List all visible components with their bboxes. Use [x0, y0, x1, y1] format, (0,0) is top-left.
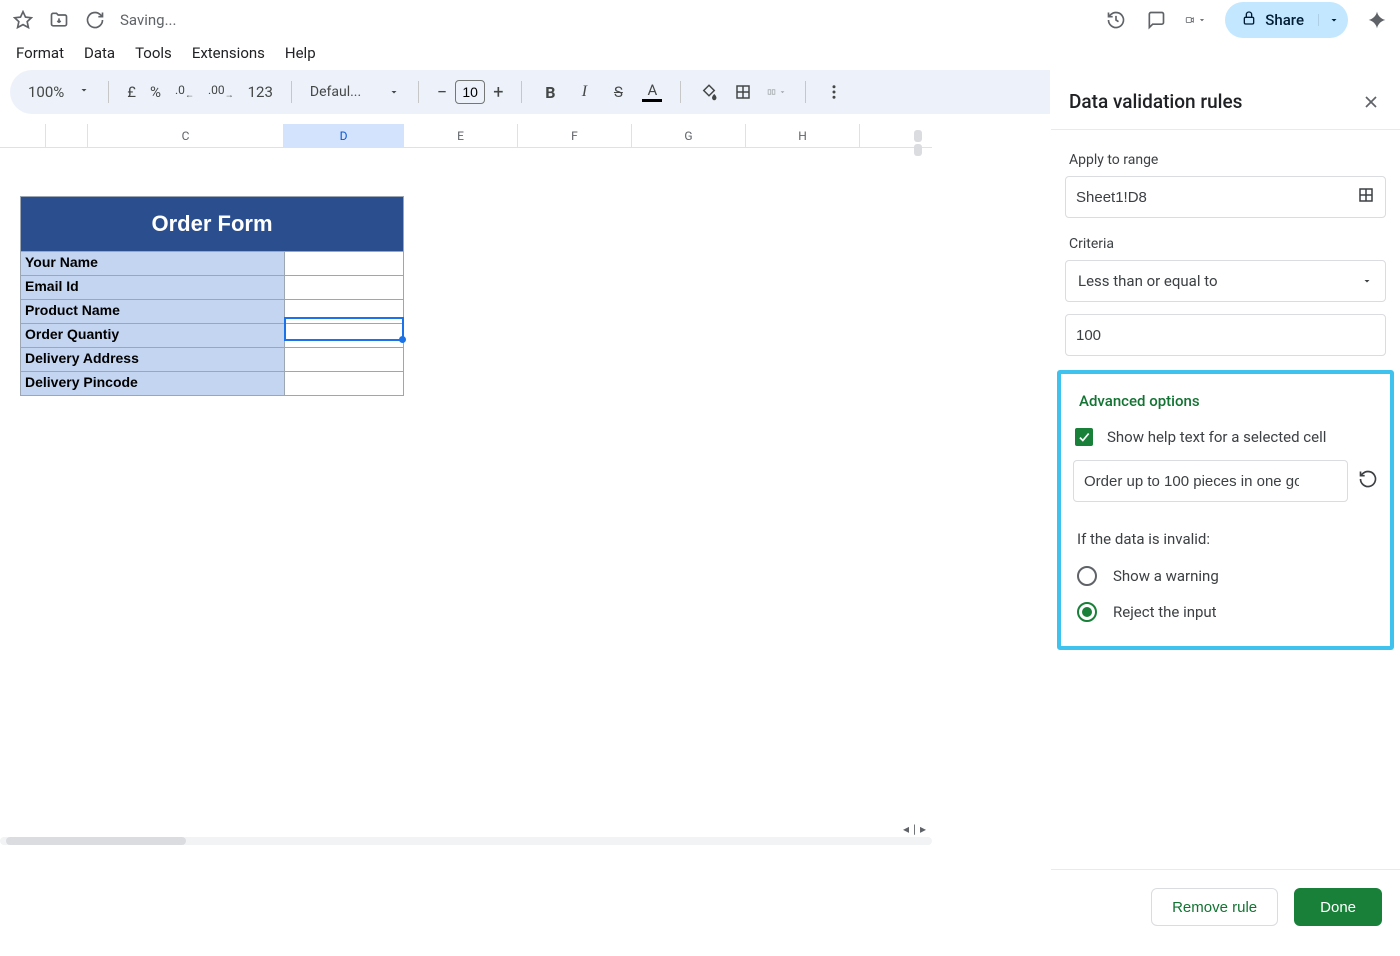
order-form-label: Product Name [21, 300, 285, 323]
help-text-field[interactable] [1073, 460, 1348, 502]
remove-rule-button[interactable]: Remove rule [1151, 888, 1278, 926]
reset-icon[interactable] [1358, 469, 1378, 493]
reject-input-radio[interactable] [1077, 602, 1097, 622]
currency-format[interactable]: £ [127, 83, 136, 101]
increase-font-size[interactable]: + [493, 82, 503, 103]
apply-range-field[interactable] [1065, 176, 1386, 218]
column-header[interactable]: D [284, 124, 404, 147]
borders-button[interactable] [733, 82, 753, 102]
invalid-data-label: If the data is invalid: [1069, 502, 1382, 558]
column-header[interactable]: E [404, 124, 518, 147]
increase-decimal[interactable]: .00→ [208, 83, 234, 100]
order-form-value-cell[interactable] [285, 372, 403, 395]
order-form-label: Delivery Address [21, 348, 285, 371]
show-help-text-checkbox[interactable] [1075, 428, 1093, 446]
order-form-label: Email Id [21, 276, 285, 299]
menu-format[interactable]: Format [16, 44, 64, 62]
zoom-select[interactable]: 100% [28, 83, 64, 101]
advanced-options-title[interactable]: Advanced options [1069, 386, 1382, 422]
apply-range-label: Apply to range [1051, 134, 1400, 176]
comment-icon[interactable] [1145, 9, 1167, 31]
column-header[interactable] [46, 124, 88, 147]
gemini-icon[interactable] [1366, 9, 1388, 31]
text-color-button[interactable]: A [642, 82, 662, 102]
font-size-input[interactable] [455, 80, 485, 104]
lock-icon [1241, 10, 1257, 30]
order-form-row: Product Name [21, 300, 403, 324]
column-header[interactable]: C [88, 124, 284, 147]
more-icon[interactable] [824, 82, 844, 102]
column-header[interactable]: G [632, 124, 746, 147]
done-button[interactable]: Done [1294, 888, 1382, 926]
sidebar-title: Data validation rules [1069, 90, 1242, 113]
percent-format[interactable]: % [150, 83, 161, 101]
share-button[interactable]: Share [1225, 2, 1348, 38]
decrease-font-size[interactable]: − [437, 82, 447, 103]
bold-button[interactable]: B [540, 82, 560, 102]
criteria-value-input[interactable] [1076, 327, 1330, 344]
menu-tools[interactable]: Tools [135, 44, 172, 62]
order-form-value-cell[interactable] [285, 324, 403, 347]
reject-input-label: Reject the input [1113, 603, 1217, 621]
strikethrough-button[interactable]: S [608, 82, 628, 102]
menu-data[interactable]: Data [84, 44, 115, 62]
menu-extensions[interactable]: Extensions [192, 44, 265, 62]
saving-status: Saving... [120, 11, 176, 29]
order-form-value-cell[interactable] [285, 300, 403, 323]
star-icon[interactable] [12, 9, 34, 31]
horizontal-scrollbar[interactable] [0, 834, 932, 848]
criteria-value-field[interactable] [1065, 314, 1386, 356]
share-dropdown-icon[interactable] [1318, 14, 1342, 26]
order-form-label: Delivery Pincode [21, 372, 285, 395]
order-form-value-cell[interactable] [285, 252, 403, 275]
show-warning-label: Show a warning [1113, 567, 1219, 585]
font-family-select[interactable]: Defaul... [310, 84, 400, 100]
order-form-title: Order Form [21, 197, 403, 252]
order-form-label: Your Name [21, 252, 285, 275]
order-form-row: Your Name [21, 252, 403, 276]
grid-select-icon[interactable] [1357, 186, 1375, 208]
spreadsheet-grid[interactable]: CDEFGH Order Form Your NameEmail IdProdu… [0, 124, 932, 844]
merge-cells-button[interactable] [767, 82, 787, 102]
chevron-down-icon [1361, 275, 1373, 287]
data-validation-panel: Data validation rules Apply to range Cri… [1050, 70, 1400, 956]
order-form-row: Order Quantiy [21, 324, 403, 348]
fill-color-button[interactable] [699, 82, 719, 102]
close-icon[interactable] [1360, 91, 1382, 113]
share-label: Share [1265, 11, 1304, 29]
order-form-label: Order Quantiy [21, 324, 285, 347]
column-header[interactable] [0, 124, 46, 147]
decrease-decimal[interactable]: .0← [175, 83, 194, 100]
sync-icon [84, 9, 106, 31]
help-text-input[interactable] [1084, 473, 1299, 490]
menubar: Format Data Tools Extensions Help [0, 40, 1400, 70]
column-header[interactable]: H [746, 124, 860, 147]
history-icon[interactable] [1105, 9, 1127, 31]
video-call-icon[interactable] [1185, 9, 1207, 31]
criteria-label: Criteria [1051, 218, 1400, 260]
chevron-down-icon[interactable] [78, 84, 90, 100]
show-warning-radio[interactable] [1077, 566, 1097, 586]
order-form-table: Order Form Your NameEmail IdProduct Name… [20, 196, 404, 396]
apply-range-input[interactable] [1076, 189, 1330, 206]
vertical-scrollbar[interactable] [914, 130, 922, 156]
show-help-text-label: Show help text for a selected cell [1107, 428, 1326, 446]
order-form-value-cell[interactable] [285, 276, 403, 299]
number-format[interactable]: 123 [248, 83, 273, 101]
column-header[interactable]: F [518, 124, 632, 147]
order-form-row: Delivery Pincode [21, 372, 403, 396]
criteria-select[interactable]: Less than or equal to [1065, 260, 1386, 302]
order-form-value-cell[interactable] [285, 348, 403, 371]
order-form-row: Delivery Address [21, 348, 403, 372]
move-to-folder-icon[interactable] [48, 9, 70, 31]
menu-help[interactable]: Help [285, 44, 316, 62]
order-form-row: Email Id [21, 276, 403, 300]
italic-button[interactable]: I [574, 82, 594, 102]
